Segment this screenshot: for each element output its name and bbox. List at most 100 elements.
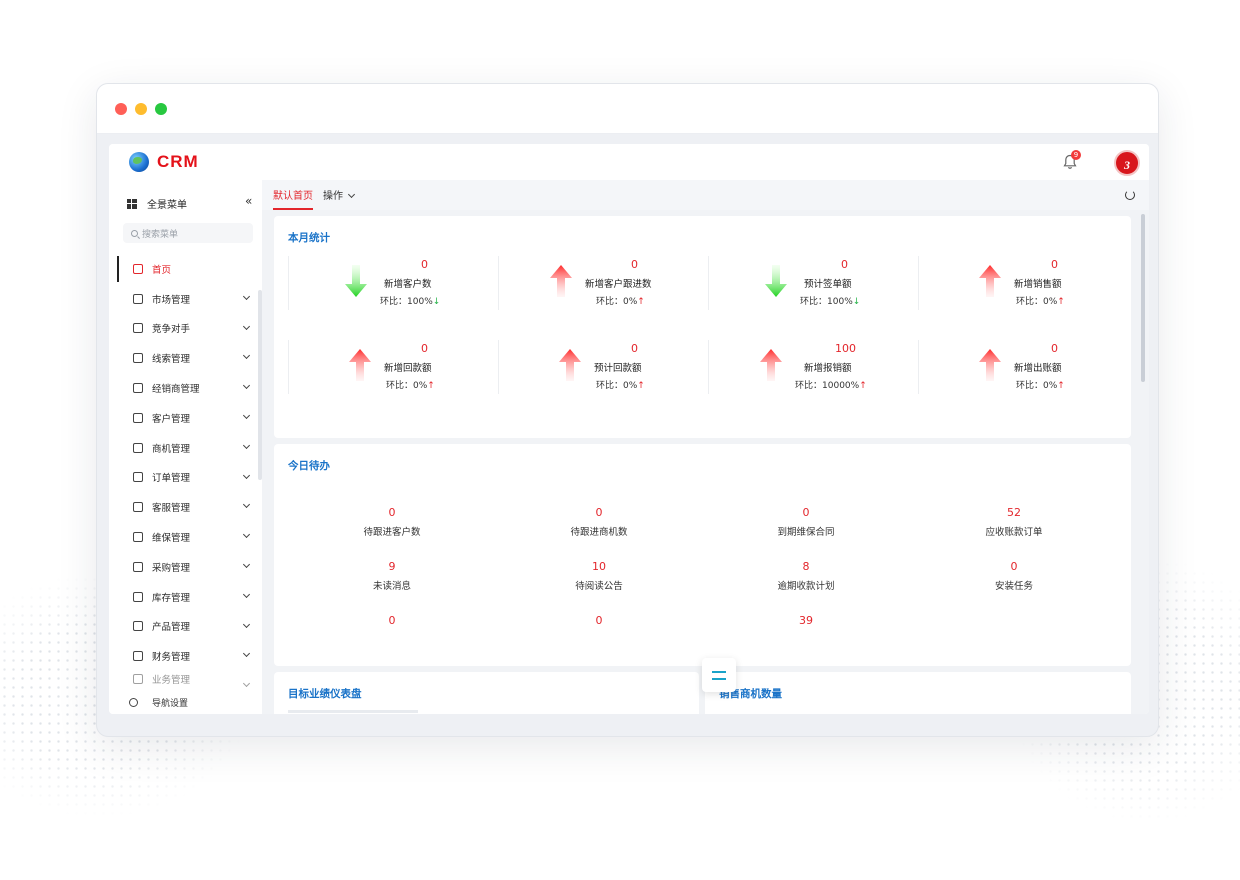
stat-ratio-label: 环比： — [1016, 381, 1044, 391]
trend-up-small-icon: ↑ — [859, 381, 867, 391]
sidebar-item[interactable]: 首页 — [117, 254, 255, 284]
sidebar-item[interactable]: 订单管理 — [117, 463, 255, 493]
stat-label: 预计签单额 — [804, 279, 852, 290]
avatar[interactable]: 3 — [1114, 150, 1140, 176]
minimize-window-dot[interactable] — [135, 103, 147, 115]
chevron-down-icon — [242, 590, 251, 598]
close-window-dot[interactable] — [115, 103, 127, 115]
logo[interactable]: CRM — [129, 152, 199, 172]
competitor-icon — [133, 323, 143, 334]
stat-item[interactable]: 0 新增客户跟进数 环比：0%↑ — [498, 256, 708, 312]
logo-text: CRM — [157, 152, 199, 171]
sidebar-item-label: 产品管理 — [152, 622, 191, 634]
opportunity-icon — [133, 442, 143, 453]
todo-item[interactable]: 0 — [509, 614, 689, 632]
chevron-down-icon — [242, 501, 251, 509]
sidebar-item-label: 订单管理 — [152, 473, 191, 485]
stat-ratio: 环比：10000%↑ — [795, 378, 867, 391]
chevron-down-icon — [242, 441, 251, 449]
stat-item[interactable]: 100 新增报销额 环比：10000%↑ — [708, 340, 918, 396]
sidebar-item[interactable]: 库存管理 — [117, 582, 255, 612]
todo-item[interactable]: 0 待跟进客户数 — [302, 506, 482, 538]
stat-divider — [708, 256, 709, 310]
stat-ratio-value: 0% — [413, 381, 428, 391]
notification-badge: 9 — [1071, 150, 1081, 160]
stat-value: 0 — [1051, 258, 1058, 271]
todo-label: 逾期收款计划 — [777, 581, 835, 592]
today-todo-title: 今日待办 — [288, 460, 330, 472]
sidebar-item-label: 线索管理 — [152, 354, 191, 366]
todo-item[interactable]: 0 待跟进商机数 — [509, 506, 689, 538]
todo-item[interactable]: 52 应收账款订单 — [924, 506, 1104, 538]
tab-bar: 默认首页 操作 — [262, 180, 1149, 210]
stat-divider — [918, 256, 919, 310]
stat-ratio-label: 环比： — [380, 297, 408, 307]
sidebar-header[interactable]: 全景菜单 — [127, 196, 187, 211]
refresh-icon[interactable] — [1125, 190, 1135, 200]
trend-up-arrow-icon — [559, 349, 581, 381]
menu-search-input[interactable]: 搜索菜单 — [123, 223, 253, 243]
chevron-down-icon — [347, 190, 356, 199]
sidebar-item[interactable]: 客服管理 — [117, 492, 255, 522]
sidebar-item-label: 客户管理 — [152, 413, 191, 425]
tab-default-home[interactable]: 默认首页 — [273, 187, 313, 210]
todo-item[interactable]: 0 安装任务 — [924, 560, 1104, 592]
monthly-stats-title: 本月统计 — [288, 232, 330, 244]
todo-item[interactable]: 10 待阅读公告 — [509, 560, 689, 592]
maximize-window-dot[interactable] — [155, 103, 167, 115]
floating-menu-button[interactable] — [702, 658, 736, 692]
chevron-down-icon — [242, 620, 251, 628]
todo-item[interactable]: 9 未读消息 — [302, 560, 482, 592]
collapse-sidebar-icon[interactable]: « — [245, 194, 252, 208]
sidebar-item[interactable]: 经销商管理 — [117, 373, 255, 403]
tab-operate-dropdown[interactable]: 操作 — [323, 187, 356, 202]
todo-item[interactable]: 8 逾期收款计划 — [716, 560, 896, 592]
todo-label: 到期维保合同 — [777, 527, 835, 538]
todo-item[interactable]: 39 — [716, 614, 896, 632]
nav-settings-button[interactable]: 导航设置 — [129, 696, 188, 709]
market-icon — [133, 293, 143, 304]
chevron-down-icon — [242, 531, 251, 539]
stat-ratio-label: 环比： — [1016, 297, 1044, 307]
tab-operate-label: 操作 — [323, 191, 343, 202]
trend-down-small-icon: ↓ — [432, 297, 441, 307]
trend-up-small-icon: ↑ — [427, 381, 435, 391]
todo-value: 39 — [799, 614, 813, 627]
sidebar-item[interactable]: 采购管理 — [117, 552, 255, 582]
chevron-down-icon — [242, 411, 251, 420]
sidebar-item[interactable]: 商机管理 — [117, 433, 255, 463]
todo-label: 待跟进客户数 — [363, 527, 421, 538]
sidebar-item[interactable]: 维保管理 — [117, 522, 255, 552]
trend-down-small-icon: ↓ — [852, 297, 861, 307]
sidebar-item-label: 竞争对手 — [152, 324, 191, 336]
todo-item[interactable]: 0 到期维保合同 — [716, 506, 896, 538]
sidebar-item-label: 经销商管理 — [152, 384, 200, 396]
trend-up-arrow-icon — [550, 265, 572, 297]
sidebar-item[interactable]: 产品管理 — [117, 612, 255, 642]
stat-item[interactable]: 0 新增销售额环比：0%↑ — [918, 256, 1128, 312]
todo-value: 10 — [592, 560, 606, 573]
menu-grid-icon — [127, 198, 137, 209]
stat-item[interactable]: 0 新增回款额 环比：0%↑ — [288, 340, 498, 396]
stat-ratio: 环比：0%↑ — [1016, 294, 1065, 307]
todo-value: 8 — [802, 560, 810, 573]
todo-item[interactable]: 0 — [302, 614, 482, 632]
search-icon — [131, 229, 138, 237]
stat-divider — [918, 340, 919, 394]
sidebar-item[interactable]: 线索管理 — [117, 343, 255, 373]
sidebar-item[interactable]: 财务管理 — [117, 641, 255, 671]
sidebar-item[interactable]: 客户管理 — [117, 403, 255, 433]
browser-title-bar — [97, 84, 1158, 134]
sidebar-item-label: 首页 — [152, 264, 172, 276]
sidebar-item[interactable]: 业务管理 — [117, 671, 255, 688]
stat-item[interactable]: 0 新增出账额 环比：0%↑ — [918, 340, 1128, 396]
stat-item[interactable]: 0 预计回款额 环比：0%↑ — [498, 340, 708, 396]
sidebar-item[interactable]: 市场管理 — [117, 284, 255, 314]
stat-item[interactable]: 0 新增客户数 环比：100%↓ — [288, 256, 498, 312]
main-scrollbar[interactable] — [1141, 214, 1145, 382]
settings-icon — [129, 698, 138, 707]
stat-item[interactable]: 0 预计签单额 环比：100%↓ — [708, 256, 918, 312]
sidebar-item[interactable]: 竞争对手 — [117, 314, 255, 344]
dashboard-tab-strip — [288, 710, 418, 713]
stat-label: 新增销售额 — [1014, 279, 1062, 290]
